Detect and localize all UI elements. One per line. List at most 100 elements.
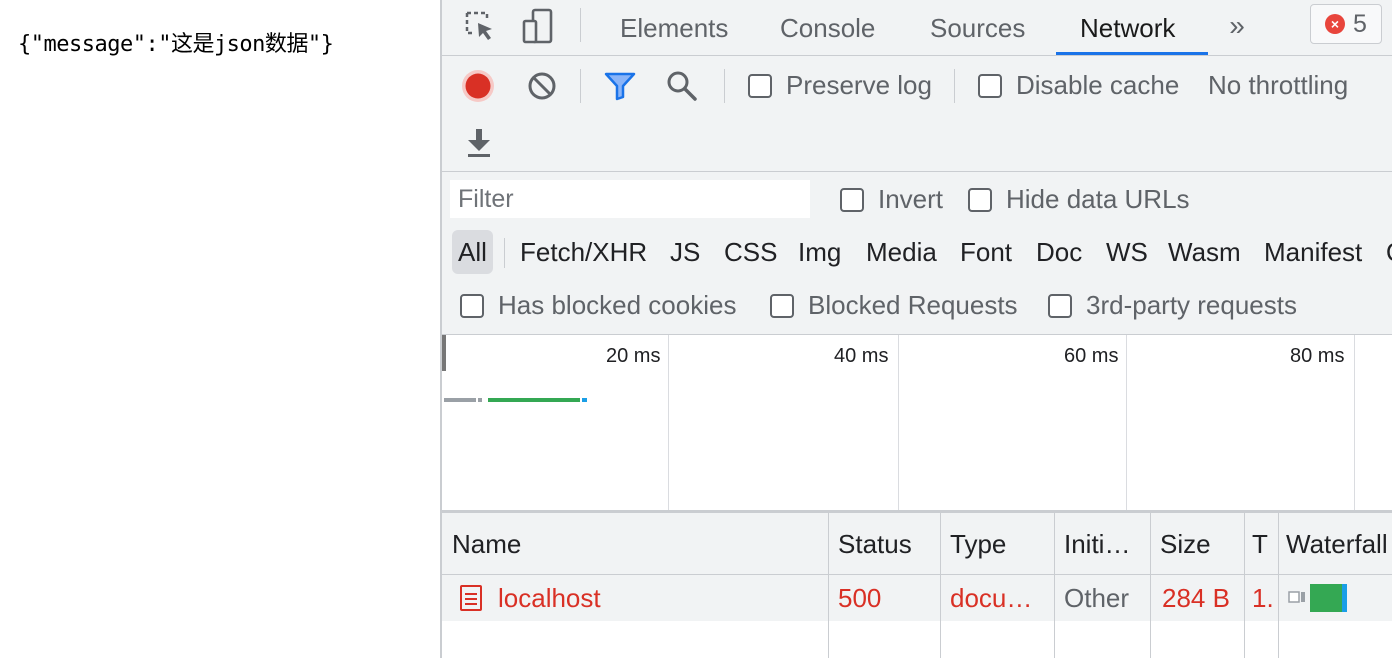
column-header-status[interactable]: Status: [828, 513, 940, 575]
checkbox-box[interactable]: [840, 187, 864, 212]
document-icon: [460, 585, 482, 611]
invert-checkbox[interactable]: Invert: [840, 184, 943, 215]
inspect-element-icon[interactable]: [460, 6, 500, 46]
disable-cache-checkbox[interactable]: Disable cache: [978, 70, 1179, 101]
column-header-initiator[interactable]: Initi…: [1054, 513, 1150, 575]
type-filter-separator: [504, 238, 505, 268]
has-blocked-cookies-label: Has blocked cookies: [498, 290, 737, 320]
column-divider[interactable]: [828, 513, 829, 658]
clear-icon[interactable]: [524, 68, 560, 104]
overview-download-bar: [582, 398, 587, 402]
overview-gridline: [1354, 335, 1355, 511]
cell-status: 500: [838, 582, 882, 613]
device-toolbar-icon[interactable]: [518, 6, 558, 46]
checkbox-box[interactable]: [978, 73, 1002, 98]
network-toolbar: Preserve log Disable cache No throttling: [442, 56, 1392, 172]
type-filter-ws[interactable]: WS: [1106, 230, 1148, 274]
cell-type: docu…: [950, 582, 1033, 613]
column-divider[interactable]: [1278, 513, 1279, 658]
error-count-badge[interactable]: × 5: [1310, 4, 1382, 44]
overview-tick-label: 20 ms: [606, 345, 661, 367]
cell-initiator: Other: [1064, 582, 1130, 613]
type-filter-fetch-xhr[interactable]: Fetch/XHR: [520, 230, 647, 274]
type-filter-css[interactable]: CSS: [724, 230, 777, 274]
type-filter-manifest[interactable]: Manifest: [1264, 230, 1362, 274]
error-icon: ×: [1325, 14, 1345, 34]
column-header-size[interactable]: Size: [1150, 513, 1244, 575]
request-name: localhost: [498, 582, 601, 613]
record-icon[interactable]: [460, 68, 496, 104]
toolbar-separator: [954, 69, 955, 103]
json-response-text: {"message":"这是json数据"}: [18, 32, 334, 57]
cell-name[interactable]: localhost: [442, 575, 828, 621]
column-header-waterfall[interactable]: Waterfall: [1278, 513, 1392, 575]
overview-gridline: [668, 335, 669, 511]
checkbox-box[interactable]: [968, 187, 992, 212]
hide-data-urls-label: Hide data URLs: [1006, 184, 1190, 214]
overview-tick-label: 80 ms: [1290, 345, 1345, 367]
column-divider[interactable]: [1054, 513, 1055, 658]
tab-console[interactable]: Console: [780, 0, 875, 56]
third-party-requests-label: 3rd-party requests: [1086, 290, 1297, 320]
tab-network[interactable]: Network: [1080, 0, 1175, 56]
page-viewport: {"message":"这是json数据"}: [0, 0, 440, 658]
active-tab-indicator: [1056, 52, 1208, 55]
preserve-log-label: Preserve log: [786, 70, 932, 100]
search-icon[interactable]: [664, 68, 700, 104]
has-blocked-cookies-checkbox[interactable]: Has blocked cookies: [460, 290, 736, 321]
checkbox-box[interactable]: [770, 293, 794, 318]
column-header-name[interactable]: Name: [442, 513, 828, 575]
column-header-time[interactable]: T: [1244, 513, 1278, 575]
type-filter-all[interactable]: All: [452, 230, 493, 274]
tab-sources[interactable]: Sources: [930, 0, 1025, 56]
type-filter-media[interactable]: Media: [866, 230, 937, 274]
type-filter-img[interactable]: Img: [798, 230, 841, 274]
hide-data-urls-checkbox[interactable]: Hide data URLs: [968, 184, 1190, 215]
column-divider[interactable]: [1244, 513, 1245, 658]
overview-gridline: [898, 335, 899, 511]
overview-waiting-bar: [488, 398, 580, 402]
download-icon[interactable]: [462, 126, 496, 160]
throttling-select[interactable]: No throttling: [1208, 70, 1348, 101]
blocked-requests-checkbox[interactable]: Blocked Requests: [770, 290, 1018, 321]
toolbar-separator: [724, 69, 725, 103]
table-row[interactable]: localhost 500 docu… Other 284 B 1.: [442, 575, 1392, 621]
checkbox-box[interactable]: [1048, 293, 1072, 318]
type-filter-wasm[interactable]: Wasm: [1168, 230, 1241, 274]
table-header: Name Status Type Initi… Size T Waterfall: [442, 513, 1392, 575]
overview-start-marker: [442, 335, 446, 371]
filter-icon[interactable]: [602, 68, 638, 104]
type-filter-doc[interactable]: Doc: [1036, 230, 1082, 274]
overview-queue-bar: [444, 398, 476, 402]
preserve-log-checkbox[interactable]: Preserve log: [748, 70, 932, 101]
filter-bar: Invert Hide data URLs All Fetch/XHR JS C…: [442, 172, 1392, 334]
tab-elements[interactable]: Elements: [620, 0, 728, 56]
checkbox-box[interactable]: [748, 73, 772, 98]
overview-tick-label: 60 ms: [1064, 345, 1119, 367]
invert-label: Invert: [878, 184, 944, 214]
network-overview[interactable]: 20 ms 40 ms 60 ms 80 ms: [442, 334, 1392, 511]
overview-gridline: [1126, 335, 1127, 511]
column-divider[interactable]: [1150, 513, 1151, 658]
type-filter-other[interactable]: O: [1386, 230, 1392, 274]
toolbar-separator: [580, 69, 581, 103]
filter-input[interactable]: [450, 180, 810, 218]
type-filter-font[interactable]: Font: [960, 230, 1012, 274]
checkbox-box[interactable]: [460, 293, 484, 318]
disable-cache-label: Disable cache: [1016, 70, 1180, 100]
cell-size: 284 B: [1162, 582, 1230, 613]
overview-connect-bar: [478, 398, 482, 402]
requests-table: Name Status Type Initi… Size T Waterfall…: [442, 510, 1392, 658]
third-party-requests-checkbox[interactable]: 3rd-party requests: [1048, 290, 1297, 321]
tabbar-separator: [580, 8, 581, 42]
cell-time: 1.: [1252, 582, 1274, 613]
column-header-type[interactable]: Type: [940, 513, 1054, 575]
blocked-requests-label: Blocked Requests: [808, 290, 1018, 320]
column-divider[interactable]: [940, 513, 941, 658]
devtools-panel: Elements Console Sources Network » × 5 P…: [440, 0, 1392, 658]
waterfall-bar: [1288, 584, 1347, 612]
cell-waterfall: [1278, 575, 1392, 621]
type-filter-js[interactable]: JS: [670, 230, 700, 274]
more-tabs-chevron-icon[interactable]: »: [1222, 8, 1252, 44]
devtools-tabbar: Elements Console Sources Network » × 5: [442, 0, 1392, 56]
